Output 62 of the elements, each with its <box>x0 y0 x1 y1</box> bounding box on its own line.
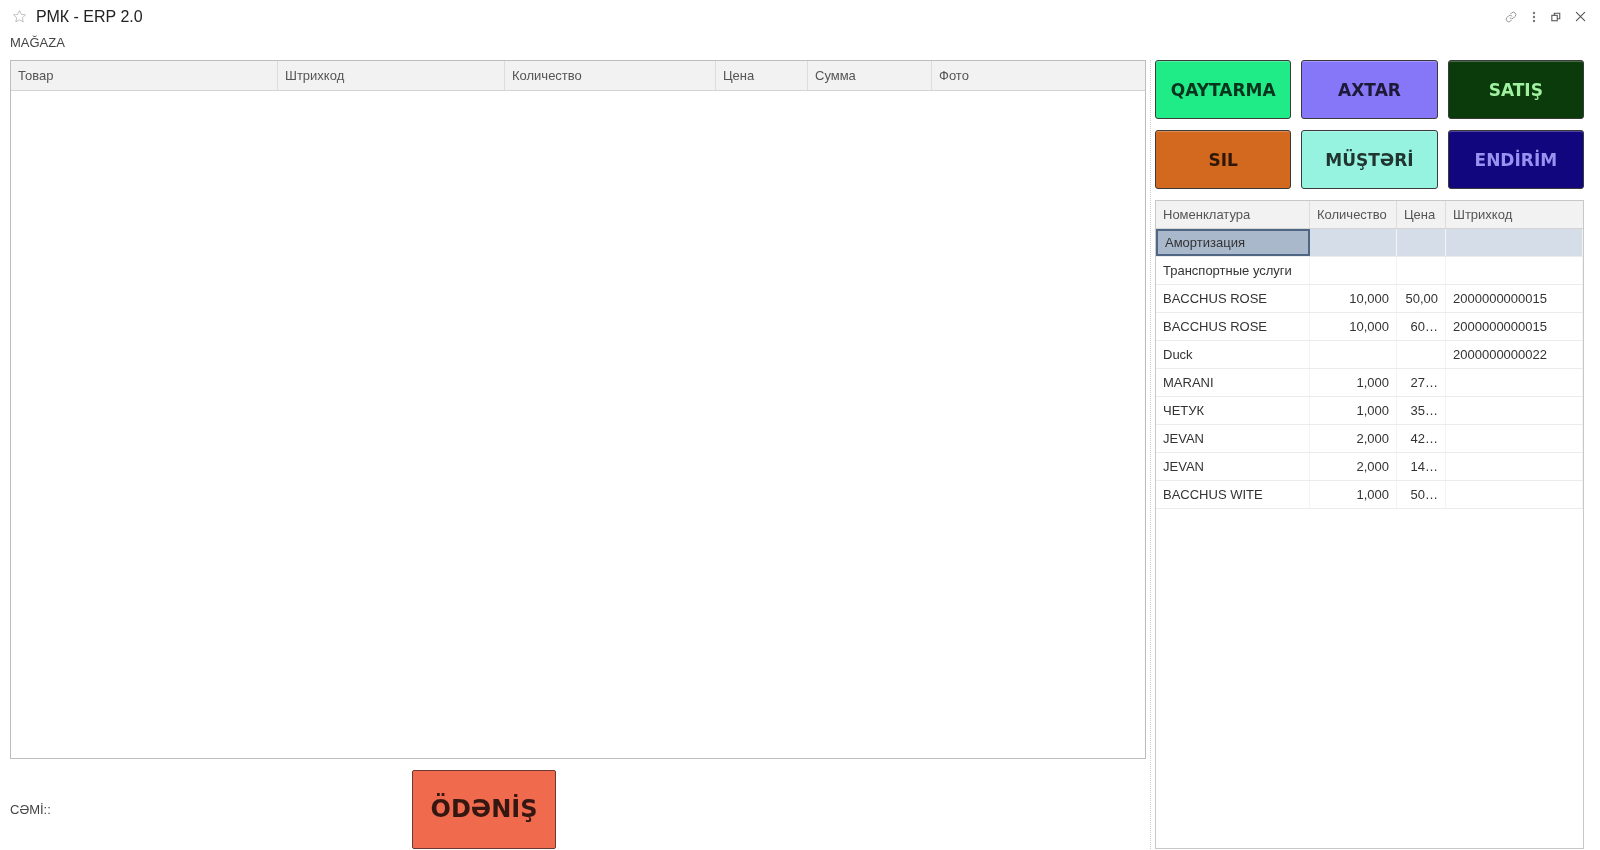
column-header[interactable]: Товар <box>11 61 278 90</box>
table-cell: 1,000 <box>1310 481 1397 508</box>
table-cell: Duck <box>1156 341 1310 368</box>
table-cell: 50,00 <box>1397 285 1446 312</box>
table-cell: 42… <box>1397 425 1446 452</box>
action-button[interactable]: SATIŞ <box>1447 60 1584 119</box>
table-row[interactable]: Транспортные услуги <box>1156 257 1583 285</box>
table-row[interactable]: BACCHUS WITE 1,000 50… <box>1156 481 1583 509</box>
table-row[interactable]: BACCHUS ROSE 10,000 50,00 2000000000015 <box>1156 285 1583 313</box>
action-button[interactable]: ENDİRİM <box>1447 130 1584 189</box>
column-header[interactable]: Количество <box>1310 201 1397 228</box>
table-cell: BACCHUS WITE <box>1156 481 1310 508</box>
table-cell: 2000000000022 <box>1446 341 1583 368</box>
table-cell: 10,000 <box>1310 313 1397 340</box>
table-cell: Амортизация <box>1156 229 1310 256</box>
table-cell: 27… <box>1397 369 1446 396</box>
table-cell: 2000000000015 <box>1446 313 1583 340</box>
table-cell: Транспортные услуги <box>1156 257 1310 284</box>
table-cell: 2,000 <box>1310 453 1397 480</box>
total-label: CƏMİ:: <box>10 801 52 817</box>
window-title: РМК - ERP 2.0 <box>36 7 143 26</box>
column-header[interactable]: Цена <box>1397 201 1446 228</box>
action-button[interactable]: MÜŞTƏRİ <box>1301 130 1438 189</box>
table-cell: BACCHUS ROSE <box>1156 285 1310 312</box>
table-cell: 2000000000015 <box>1446 285 1583 312</box>
column-header[interactable]: Цена <box>716 61 808 90</box>
action-button[interactable]: SIL <box>1155 130 1292 189</box>
column-header[interactable]: Штрихкод <box>278 61 505 90</box>
table-cell: 50… <box>1397 481 1446 508</box>
table-cell: 60… <box>1397 313 1446 340</box>
table-row[interactable]: BACCHUS ROSE 10,000 60… 2000000000015 <box>1156 313 1583 341</box>
action-button[interactable]: AXTAR <box>1301 60 1438 119</box>
more-icon[interactable] <box>1531 10 1537 23</box>
action-button[interactable]: QAYTARMA <box>1155 60 1292 119</box>
restore-icon[interactable] <box>1551 11 1561 22</box>
column-header[interactable]: Сумма <box>808 61 932 90</box>
close-icon[interactable] <box>1575 11 1586 22</box>
table-cell: BACCHUS ROSE <box>1156 313 1310 340</box>
table-cell: MARANI <box>1156 369 1310 396</box>
table-row[interactable]: Амортизация <box>1156 229 1583 257</box>
table-row[interactable]: ЧЕТУК 1,000 35… <box>1156 397 1583 425</box>
table-row[interactable]: JEVAN 2,000 14… <box>1156 453 1583 481</box>
table-row[interactable]: JEVAN 2,000 42… <box>1156 425 1583 453</box>
table-row[interactable]: Duck 2000000000022 <box>1156 341 1583 369</box>
link-icon[interactable] <box>1505 10 1517 23</box>
table-cell: JEVAN <box>1156 453 1310 480</box>
payment-button[interactable]: ÖDƏNİŞ <box>412 769 556 849</box>
table-cell: 35… <box>1397 397 1446 424</box>
table-cell: 2,000 <box>1310 425 1397 452</box>
table-cell: ЧЕТУК <box>1156 397 1310 424</box>
table-cell: 14… <box>1397 453 1446 480</box>
column-header[interactable]: Фото <box>932 61 1145 90</box>
table-cell: 1,000 <box>1310 397 1397 424</box>
section-label: MAĞAZA <box>10 34 65 52</box>
column-header[interactable]: Штрихкод <box>1446 201 1583 228</box>
table-row[interactable]: MARANI 1,000 27… <box>1156 369 1583 397</box>
table-cell: JEVAN <box>1156 425 1310 452</box>
table-cell: 1,000 <box>1310 369 1397 396</box>
table-cell: 10,000 <box>1310 285 1397 312</box>
star-icon[interactable] <box>12 9 27 24</box>
column-header[interactable]: Номенклатура <box>1156 201 1310 228</box>
column-header[interactable]: Количество <box>505 61 716 90</box>
